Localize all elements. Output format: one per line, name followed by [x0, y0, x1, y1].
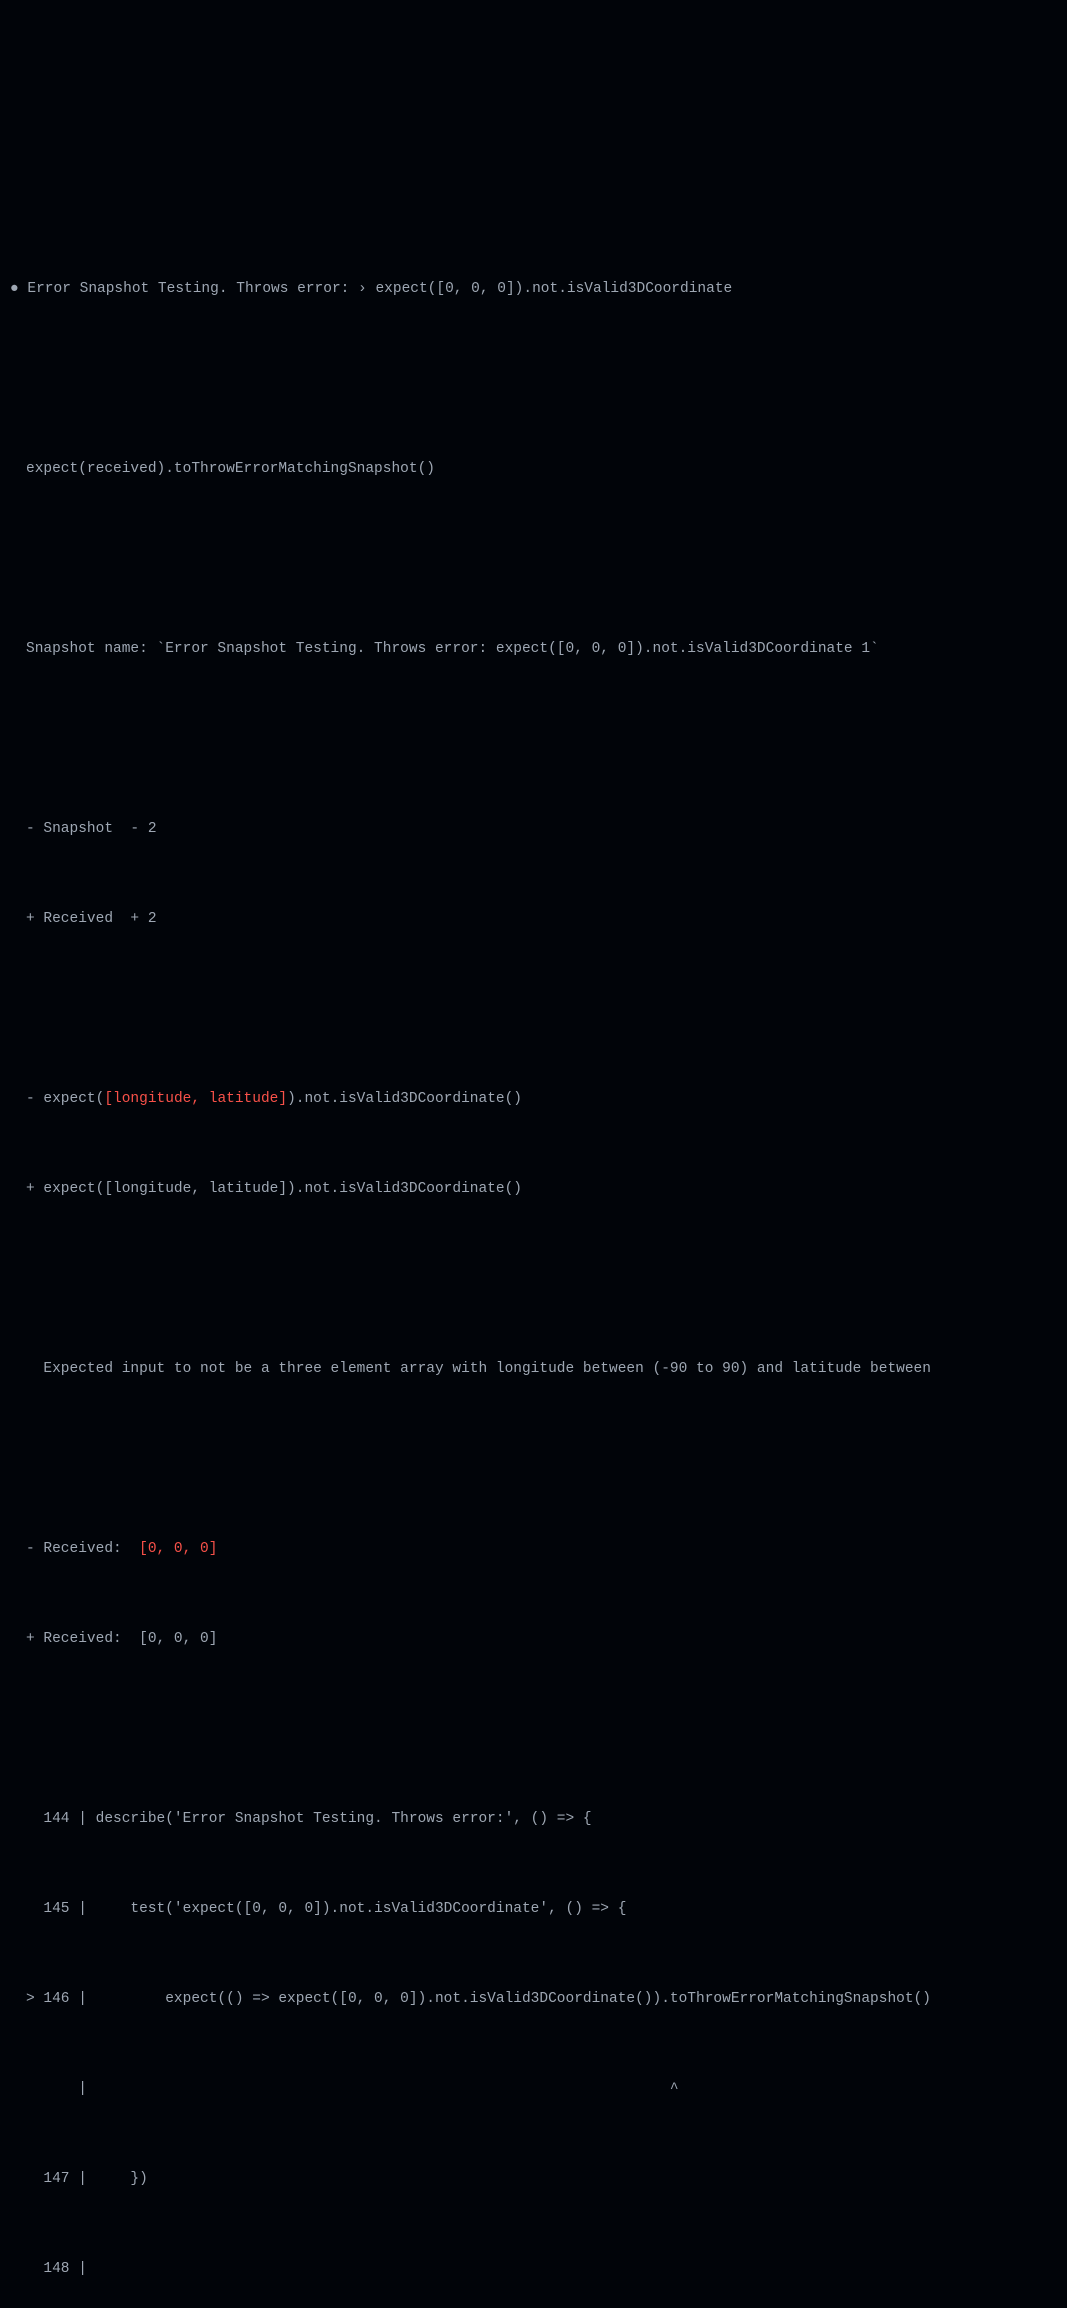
expect-line: expect(received).toThrowErrorMatchingSna… — [0, 454, 1067, 484]
expected-message: Expected input to not be a three element… — [0, 1354, 1067, 1384]
diff-minus-line: - expect([longitude, latitude]).not.isVa… — [0, 1084, 1067, 1114]
snapshot-count: - Snapshot - 2 — [0, 814, 1067, 844]
test-title: Error Snapshot Testing. Throws error: › … — [0, 274, 1067, 304]
diff-plus-line: + expect([longitude, latitude]).not.isVa… — [0, 1174, 1067, 1204]
code-line: | ^ — [0, 2074, 1067, 2104]
received-count: + Received + 2 — [0, 904, 1067, 934]
snapshot-name: Snapshot name: `Error Snapshot Testing. … — [0, 634, 1067, 664]
code-line: > 146 | expect(() => expect([0, 0, 0]).n… — [0, 1984, 1067, 2014]
code-line: 145 | test('expect([0, 0, 0]).not.isVali… — [0, 1894, 1067, 1924]
terminal-output: Error Snapshot Testing. Throws error: › … — [0, 150, 1067, 2308]
code-line: 148 | — [0, 2254, 1067, 2284]
code-line: 144 | describe('Error Snapshot Testing. … — [0, 1804, 1067, 1834]
received-minus-line: - Received: [0, 0, 0] — [0, 1534, 1067, 1564]
code-line: 147 | }) — [0, 2164, 1067, 2194]
received-plus-line: + Received: [0, 0, 0] — [0, 1624, 1067, 1654]
